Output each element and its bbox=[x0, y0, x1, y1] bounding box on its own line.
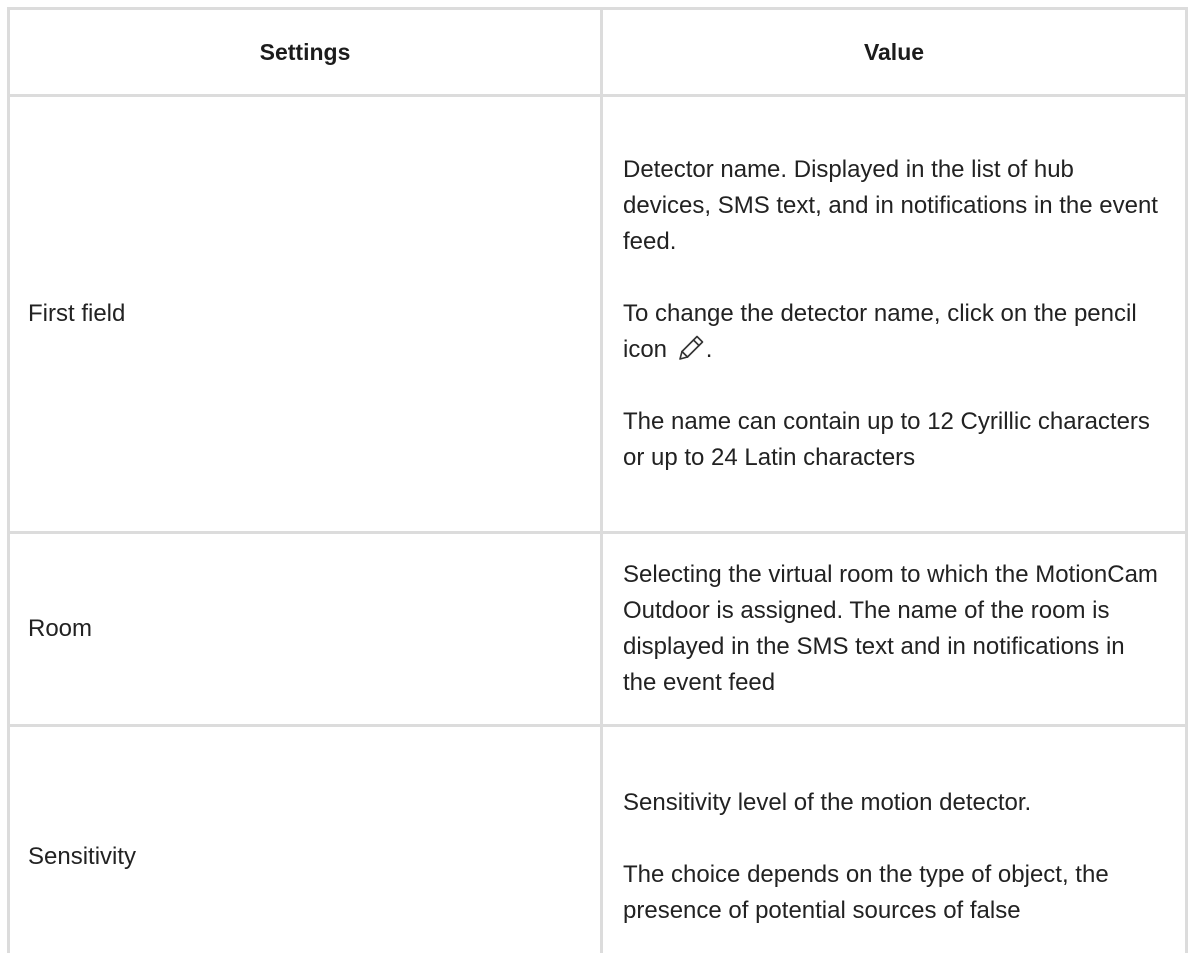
value-paragraph-pencil: To change the detector name, click on th… bbox=[623, 296, 1159, 368]
header-value: Value bbox=[600, 7, 1188, 97]
value-paragraph: The name can contain up to 12 Cyrillic c… bbox=[623, 408, 1150, 471]
table-row-first-field: First field Detector name. Displayed in … bbox=[7, 94, 1188, 534]
settings-table: Settings Value First field Detector name… bbox=[7, 7, 1188, 953]
table-row-room: Room Selecting the virtual room to which… bbox=[7, 531, 1188, 727]
table-header-row: Settings Value bbox=[7, 7, 1188, 97]
row-value-room: Selecting the virtual room to which the … bbox=[600, 531, 1188, 727]
row-label-first-field: First field bbox=[7, 94, 603, 534]
row-value-first-field: Detector name. Displayed in the list of … bbox=[600, 94, 1188, 534]
header-settings: Settings bbox=[7, 7, 603, 97]
table-row-sensitivity: Sensitivity Sensitivity level of the mot… bbox=[7, 724, 1188, 953]
pencil-suffix: . bbox=[705, 336, 713, 363]
pencil-icon bbox=[676, 333, 706, 363]
row-value-sensitivity: Sensitivity level of the motion detector… bbox=[600, 724, 1188, 953]
value-paragraph: The choice depends on the type of object… bbox=[623, 861, 1109, 924]
row-label-room: Room bbox=[7, 531, 603, 727]
value-paragraph: Sensitivity level of the motion detector… bbox=[623, 789, 1032, 816]
value-paragraph: Selecting the virtual room to which the … bbox=[623, 561, 1158, 696]
settings-page: Settings Value First field Detector name… bbox=[0, 0, 1192, 953]
row-label-sensitivity: Sensitivity bbox=[7, 724, 603, 953]
value-paragraph: Detector name. Displayed in the list of … bbox=[623, 156, 1158, 255]
